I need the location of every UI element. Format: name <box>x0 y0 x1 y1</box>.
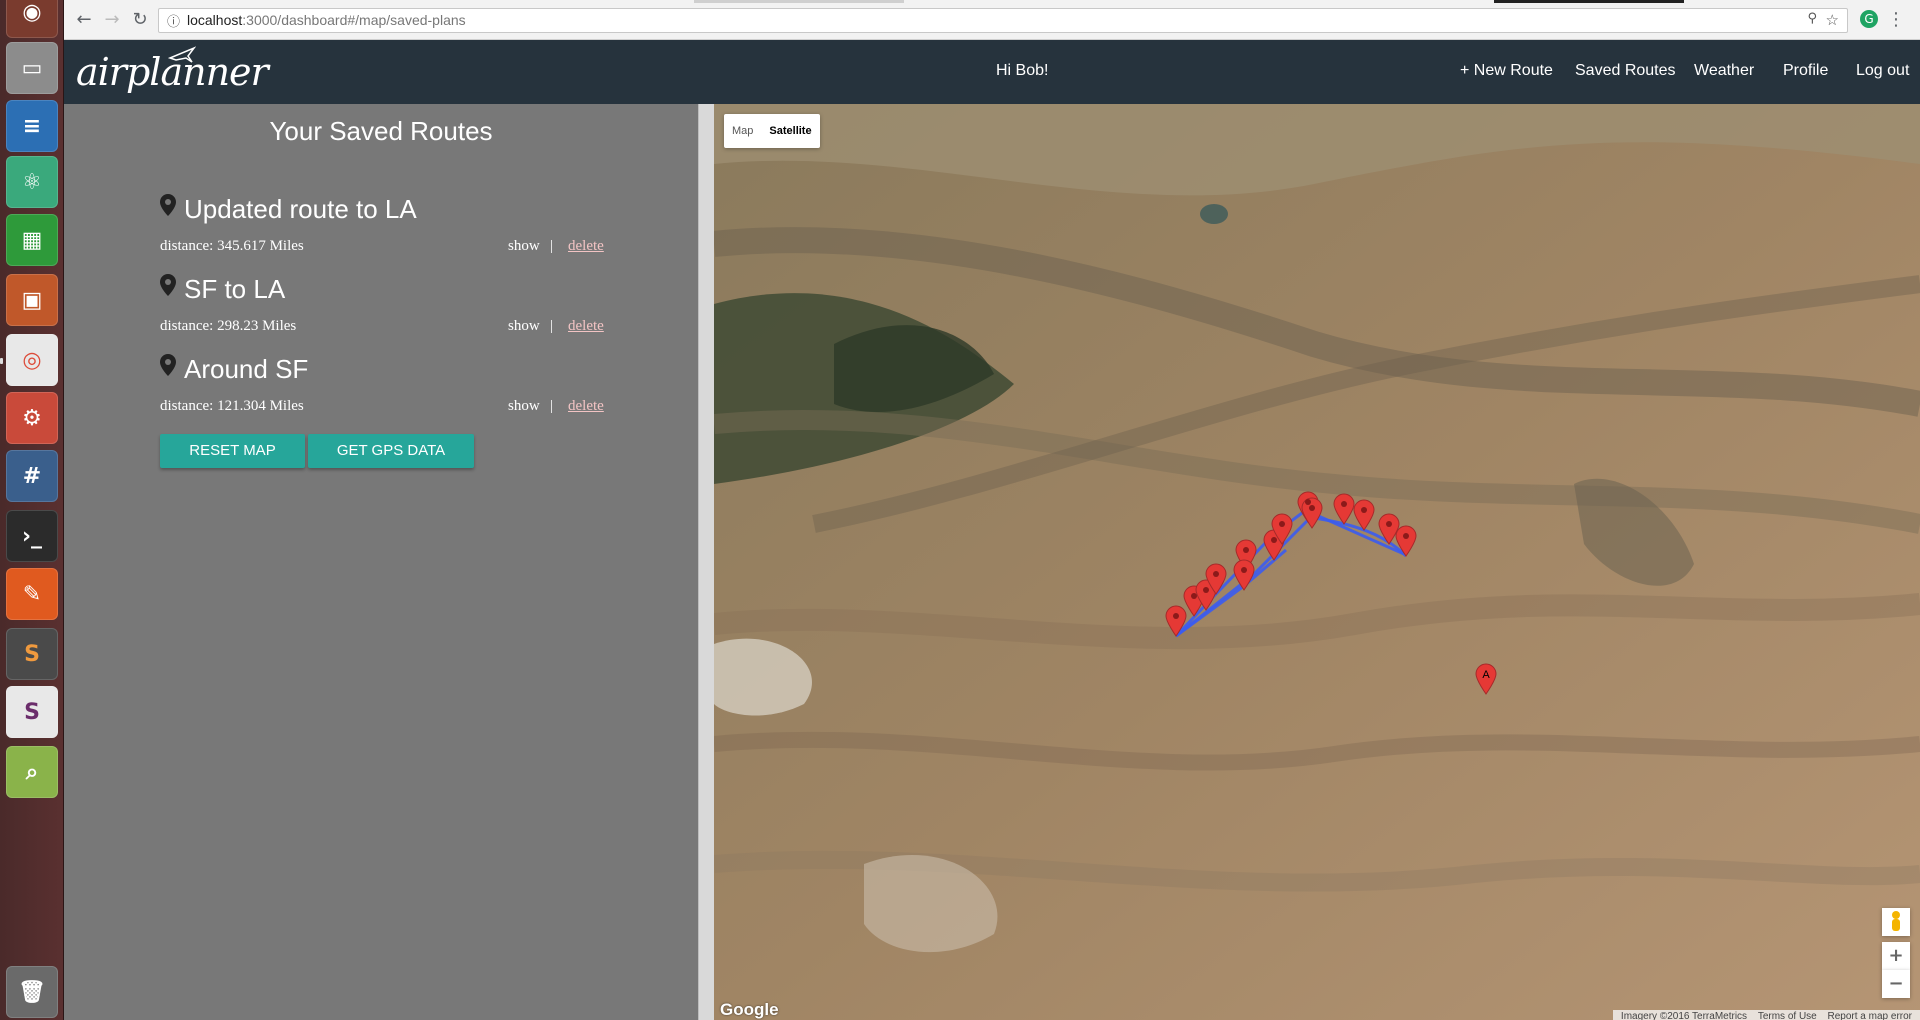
slack-icon[interactable]: S <box>6 686 58 738</box>
location-pin-icon <box>160 354 176 376</box>
nav-new-route[interactable]: + New Route <box>1460 62 1553 80</box>
files-icon[interactable]: ▭ <box>6 42 58 94</box>
imagery-credit: Imagery ©2016 TerraMetrics <box>1620 1011 1748 1020</box>
route-name: SF to LA <box>184 274 286 304</box>
grammarly-icon[interactable]: G <box>1860 10 1878 28</box>
route-marker <box>1333 493 1355 525</box>
chrome-icon[interactable]: ◎ <box>6 334 58 386</box>
nav-saved-routes[interactable]: Saved Routes <box>1575 62 1676 80</box>
route-name: Around SF <box>184 354 309 384</box>
nav-profile[interactable]: Profile <box>1783 62 1828 80</box>
settings-icon[interactable]: ⚙ <box>6 392 58 444</box>
show-route-link[interactable]: show <box>508 398 540 415</box>
route-distance: distance: 121.304 Miles <box>160 398 304 414</box>
terminal-icon[interactable]: ›_ <box>6 510 58 562</box>
reload-icon[interactable]: ↻ <box>130 10 150 30</box>
trash-icon[interactable]: 🗑 <box>6 966 58 1018</box>
route-marker <box>1301 497 1323 529</box>
route-marker <box>1378 513 1400 545</box>
bookmark-star-icon[interactable]: ☆ <box>1826 11 1839 29</box>
monodevelop-icon[interactable]: # <box>6 450 58 502</box>
ubuntu-logo-icon[interactable]: ◉ <box>6 0 58 38</box>
route-name-row[interactable]: Updated route to LA <box>160 194 417 225</box>
marker-a-label: A <box>1482 669 1490 681</box>
forward-arrow-icon[interactable]: → <box>102 10 122 30</box>
tab-indicator <box>694 0 904 3</box>
map-attribution: Imagery ©2016 TerraMetrics Terms of Use … <box>1612 1010 1920 1020</box>
terms-link[interactable]: Terms of Use <box>1758 1011 1817 1020</box>
show-route-link[interactable]: show <box>508 318 540 335</box>
map-type-satellite-button[interactable]: Satellite <box>761 114 819 148</box>
address-bar[interactable]: ⓘ localhost:3000/dashboard#/map/saved-pl… <box>158 8 1848 33</box>
zoom-in-button[interactable]: + <box>1882 942 1910 970</box>
ubuntu-launcher: ◉ ▭ ≡ ⚛ ▦ ▣ ◎ ⚙ # ›_ ✎ S S ⌕ 🗑 <box>0 0 64 1020</box>
panel-title: Your Saved Routes <box>269 116 493 146</box>
route-markers: A <box>1165 491 1497 695</box>
greeting-text: Hi Bob! <box>996 62 1049 79</box>
get-gps-data-button[interactable]: GET GPS DATA <box>308 434 474 468</box>
route-marker <box>1233 559 1255 591</box>
route-marker <box>1353 499 1375 531</box>
active-indicator <box>0 358 3 364</box>
street-view-pegman-icon[interactable] <box>1882 908 1910 936</box>
zoom-out-button[interactable]: − <box>1882 970 1910 998</box>
satellite-map[interactable]: A Map Satellite + − Google Imagery ©2016… <box>714 104 1920 1020</box>
info-icon[interactable]: ⓘ <box>167 11 180 30</box>
menu-kebab-icon[interactable]: ⋮ <box>1886 10 1906 30</box>
route-distance: distance: 345.617 Miles <box>160 238 304 254</box>
calc-icon[interactable]: ▦ <box>6 214 58 266</box>
location-icon[interactable]: ⚲ <box>1807 11 1817 26</box>
plane-logo-icon <box>168 46 196 63</box>
atom-icon[interactable]: ⚛ <box>6 156 58 208</box>
google-logo: Google <box>720 1000 779 1019</box>
url-host: localhost <box>187 12 243 28</box>
delete-route-link[interactable]: delete <box>568 398 604 415</box>
saved-routes-panel: Your Saved Routes Updated route to LA di… <box>64 104 698 1020</box>
writer-icon[interactable]: ≡ <box>6 100 58 152</box>
route-name-row[interactable]: Around SF <box>160 354 308 385</box>
link-separator: | <box>550 318 554 334</box>
link-separator: | <box>550 238 554 254</box>
report-error-link[interactable]: Report a map error <box>1828 1011 1912 1020</box>
back-arrow-icon[interactable]: ← <box>74 10 94 30</box>
app-header: airplanner Hi Bob! + New Route Saved Rou… <box>64 40 1920 104</box>
tab-indicator-active <box>1494 0 1684 3</box>
route-distance: distance: 298.23 Miles <box>160 318 297 334</box>
map-type-control: Map Satellite <box>724 114 820 148</box>
link-separator: | <box>550 398 554 414</box>
sublime-icon[interactable]: S <box>6 628 58 680</box>
search-tool-icon[interactable]: ⌕ <box>6 746 58 798</box>
delete-route-link[interactable]: delete <box>568 318 604 335</box>
location-pin-icon <box>160 194 176 216</box>
nav-logout[interactable]: Log out <box>1856 62 1909 80</box>
panel-scrollbar[interactable] <box>698 104 714 1020</box>
impress-icon[interactable]: ▣ <box>6 274 58 326</box>
url-path: :3000/dashboard#/map/saved-plans <box>242 12 466 28</box>
map-type-map-button[interactable]: Map <box>724 114 761 148</box>
inkscape-icon[interactable]: ✎ <box>6 568 58 620</box>
route-name: Updated route to LA <box>184 194 417 224</box>
route-marker <box>1395 525 1417 557</box>
show-route-link[interactable]: show <box>508 238 540 255</box>
route-marker <box>1165 605 1187 637</box>
browser-toolbar: ← → ↻ ⓘ localhost:3000/dashboard#/map/sa… <box>64 0 1920 40</box>
delete-route-link[interactable]: delete <box>568 238 604 255</box>
nav-weather[interactable]: Weather <box>1694 62 1754 80</box>
location-pin-icon <box>160 274 176 296</box>
reset-map-button[interactable]: RESET MAP <box>160 434 305 468</box>
route-name-row[interactable]: SF to LA <box>160 274 285 305</box>
